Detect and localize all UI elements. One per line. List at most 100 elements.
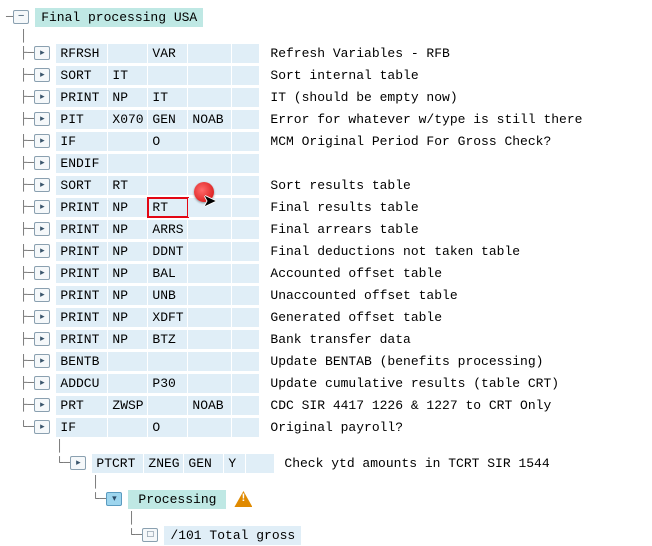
col4 [188,374,232,393]
tree-row[interactable]: ├─ PRINTNPDDNTFinal deductions not taken… [6,240,652,262]
tree-row[interactable]: ├─ PRINTNPITIT (should be empty now) [6,86,652,108]
doc-icon[interactable] [34,398,50,412]
doc-icon[interactable] [34,310,50,324]
col1: ADDCU [56,374,108,393]
col4 [188,176,232,195]
col1: PRINT [56,308,108,327]
columns: PTCRT ZNEG GEN Y [92,454,274,473]
col1: SORT [56,176,108,195]
tree-row[interactable]: ├─ PRINTNPUNBUnaccounted offset table [6,284,652,306]
doc-icon[interactable] [34,288,50,302]
col4 [188,220,232,239]
description: MCM Original Period For Gross Check? [260,134,551,149]
tree-row[interactable]: ├─ SORTITSort internal table [6,64,652,86]
col4 [188,154,232,173]
tree-row[interactable]: ├─ ENDIF [6,152,652,174]
doc-icon[interactable] [34,354,50,368]
col1: PRINT [56,220,108,239]
col5 [232,220,260,239]
col2 [108,44,148,63]
connector: ├─ [6,90,34,104]
doc-icon[interactable] [34,178,50,192]
description: CDC SIR 4417 1226 & 1227 to CRT Only [260,398,551,413]
col2: ZWSP [108,396,148,415]
tree-row[interactable]: ├─ IFOMCM Original Period For Gross Chec… [6,130,652,152]
doc-icon[interactable] [34,90,50,104]
columns: IFO [56,418,260,437]
columns: PITX070GENNOAB [56,110,260,129]
col4 [188,198,232,217]
tree-row[interactable]: ├─ BENTBUpdate BENTAB (benefits processi… [6,350,652,372]
columns: RFRSHVAR [56,44,260,63]
spacer: │ [6,28,652,42]
col4 [188,242,232,261]
connector: ├─ [6,68,34,82]
col1: PRINT [56,242,108,261]
columns: PRINTNPUNB [56,286,260,305]
connector: └─ [6,456,70,470]
doc-icon[interactable] [34,68,50,82]
col4 [188,286,232,305]
tree-row[interactable]: ├─ PRINTNPBALAccounted offset table [6,262,652,284]
doc-icon[interactable] [34,112,50,126]
warning-icon [234,491,252,507]
root-label: Final processing USA [35,8,203,27]
col2: NP [108,286,148,305]
doc-icon[interactable] [34,200,50,214]
col4 [188,66,232,85]
collapse-icon[interactable] [13,10,29,24]
col4 [188,308,232,327]
doc-icon[interactable] [34,420,50,434]
col5 [232,44,260,63]
folder-open-icon[interactable] [106,492,122,506]
col5 [232,352,260,371]
tree-row[interactable]: ├─ SORTRTSort results table [6,174,652,196]
connector: └─ [6,420,34,434]
tree-row[interactable]: ├─ PRINTNPRTFinal results table [6,196,652,218]
tree-row[interactable]: ├─ PRTZWSPNOABCDC SIR 4417 1226 & 1227 t… [6,394,652,416]
col1: PRINT [56,198,108,217]
description: Sort results table [260,178,410,193]
description: Final results table [260,200,418,215]
col3 [148,66,188,85]
doc-icon[interactable] [34,222,50,236]
doc-icon[interactable] [34,376,50,390]
description: Update cumulative results (table CRT) [260,376,559,391]
col5 [232,132,260,151]
tree-row[interactable]: ├─ PRINTNPXDFTGenerated offset table [6,306,652,328]
tree-row[interactable]: ├─ PITX070GENNOABError for whatever w/ty… [6,108,652,130]
doc-icon[interactable] [34,266,50,280]
tree-root[interactable]: ─ Final processing USA [6,6,652,28]
doc-icon[interactable] [34,134,50,148]
doc-icon[interactable] [34,332,50,346]
col3: O [148,132,188,151]
doc-icon[interactable] [34,156,50,170]
description: Unaccounted offset table [260,288,457,303]
description: Refresh Variables - RFB [260,46,449,61]
col1: PRINT [56,264,108,283]
tree-row[interactable]: ├─ RFRSHVARRefresh Variables - RFB [6,42,652,64]
description: Generated offset table [260,310,442,325]
spacer: │ [6,510,652,524]
tree-leaf-total-gross[interactable]: └─ /101 Total gross [6,524,652,546]
tree-row[interactable]: ├─ PRINTNPARRSFinal arrears table [6,218,652,240]
description: Final deductions not taken table [260,244,520,259]
col3 [148,396,188,415]
doc-icon[interactable] [34,244,50,258]
col2: NP [108,220,148,239]
leaf-icon[interactable] [142,528,158,542]
tree-row[interactable]: ├─ PRINTNPBTZBank transfer data [6,328,652,350]
tree-row[interactable]: ├─ ADDCUP30Update cumulative results (ta… [6,372,652,394]
tree-folder-processing[interactable]: └─ Processing [6,488,652,510]
tree-row-ptcrt[interactable]: └─ PTCRT ZNEG GEN Y Check ytd amounts in… [6,452,652,474]
col3 [148,176,188,195]
col5 [232,330,260,349]
col1: PTCRT [92,454,144,473]
col1: ENDIF [56,154,108,173]
doc-icon[interactable] [34,46,50,60]
col2: NP [108,88,148,107]
connector: ├─ [6,200,34,214]
folder-label: Processing [128,490,226,509]
tree-row[interactable]: └─ IFOOriginal payroll? [6,416,652,438]
doc-icon[interactable] [70,456,86,470]
